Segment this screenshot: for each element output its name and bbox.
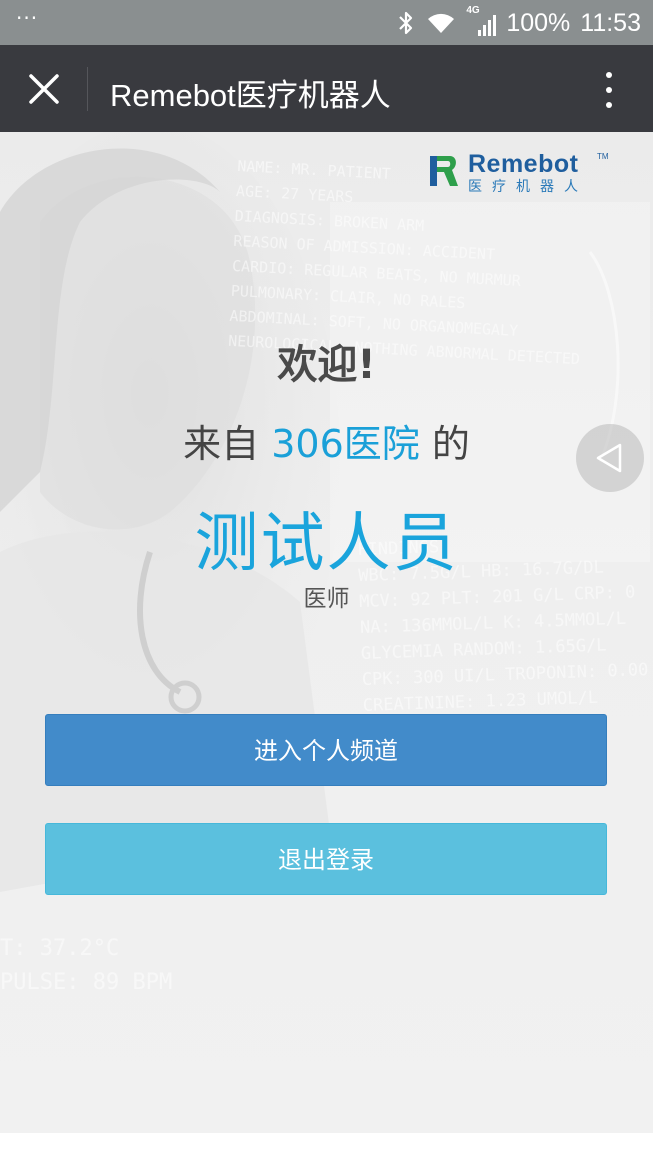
status-icons: 4G 100% 11:53	[396, 5, 641, 38]
app-title: Remebot医疗机器人	[110, 78, 391, 113]
logo-trademark: TM	[597, 152, 609, 161]
battery-percent: 100%	[506, 8, 571, 37]
notification-more-icon: ···	[16, 6, 39, 30]
more-vertical-icon	[606, 72, 612, 78]
user-role: 医师	[303, 586, 350, 612]
remebot-logo-mark-icon	[430, 156, 458, 186]
status-bar: ··· 4G 100% 11:53	[0, 0, 653, 45]
logo-subtitle: 医疗机器人	[468, 179, 588, 195]
triangle-left-icon	[596, 443, 622, 473]
app-bar-divider	[87, 67, 88, 111]
hospital-line: 来自 306医院 的	[0, 413, 653, 468]
bluetooth-icon	[399, 11, 413, 35]
background-vitals: T: 37.2°C PULSE: 89 BPM	[0, 936, 173, 995]
more-options-button[interactable]	[599, 70, 619, 110]
clock: 11:53	[580, 8, 641, 37]
main-content: NAME: MR. PATIENT AGE: 27 YEARS DIAGNOSI…	[0, 132, 653, 1133]
app-bar: Remebot医疗机器人	[0, 45, 653, 132]
user-name: 测试人员	[194, 507, 459, 581]
logout-button[interactable]: 退出登录	[45, 823, 607, 895]
close-button[interactable]	[22, 67, 66, 111]
from-prefix: 来自	[183, 422, 260, 466]
enter-channel-button[interactable]: 进入个人频道	[45, 714, 607, 786]
from-suffix: 的	[431, 422, 470, 466]
wifi-icon	[428, 13, 455, 33]
bottom-strip	[0, 1133, 653, 1160]
signal-icon: 4G	[466, 5, 497, 38]
hospital-name: 306医院	[271, 422, 420, 466]
logo-name: Remebot	[468, 150, 579, 178]
close-icon	[29, 74, 59, 104]
floating-back-button[interactable]	[576, 424, 644, 492]
welcome-heading: 欢迎!	[277, 342, 376, 388]
remebot-logo: Remebot TM 医疗机器人	[430, 150, 610, 195]
